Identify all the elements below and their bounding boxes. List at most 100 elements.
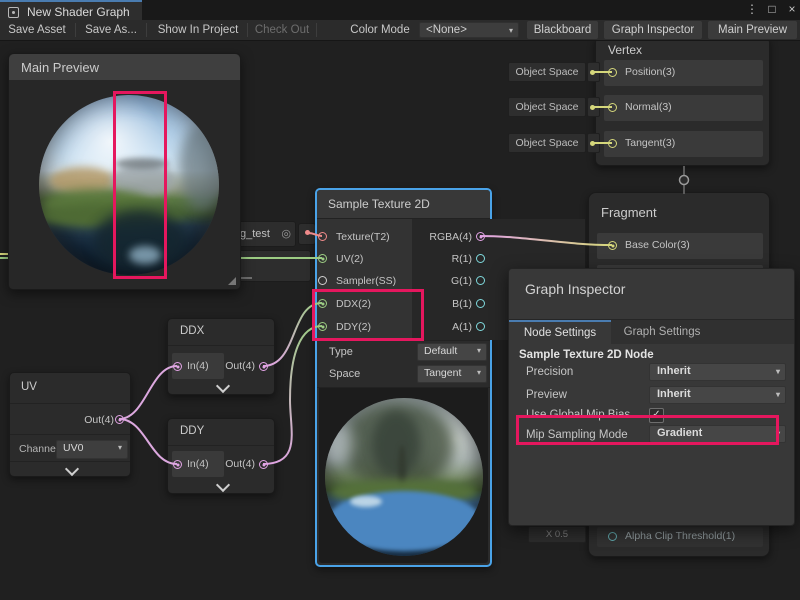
space-value: Tangent xyxy=(424,367,461,379)
object-space-dot-icon xyxy=(590,70,595,75)
chevron-down-icon[interactable] xyxy=(216,478,230,492)
g-output-port[interactable] xyxy=(476,276,485,285)
vertex-fragment-connector-knob[interactable] xyxy=(680,176,689,185)
save-as-button[interactable]: Save As... xyxy=(79,20,143,40)
graph-inspector-panel[interactable]: Graph Inspector Node Settings Graph Sett… xyxy=(508,268,795,526)
resize-grip[interactable] xyxy=(228,277,236,285)
uv-node-title: UV xyxy=(21,381,37,393)
precision-value: Inherit xyxy=(657,365,691,377)
ddy-node[interactable]: DDY In(4) Out(4) xyxy=(167,418,275,494)
close-icon[interactable]: × xyxy=(784,1,800,18)
chevron-down-icon[interactable] xyxy=(65,462,79,476)
type-dropdown[interactable]: Default ▾ xyxy=(417,343,487,361)
main-preview-toggle-button[interactable]: Main Preview xyxy=(708,21,797,39)
rgba-output-port[interactable] xyxy=(476,232,485,241)
ddx-node[interactable]: DDX In(4) Out(4) xyxy=(167,318,275,395)
dropdown-arrow-icon: ▾ xyxy=(509,23,513,39)
main-preview-title: Main Preview xyxy=(21,60,99,75)
type-value: Default xyxy=(424,345,457,357)
vertex-node-title: Vertex xyxy=(608,43,642,57)
sampler-input-label: Sampler(SS) xyxy=(336,275,396,287)
ddx-out-label: Out(4) xyxy=(216,360,255,372)
divider xyxy=(75,23,76,37)
tree-reflection-right xyxy=(179,124,219,210)
graph-inspector-toggle-button[interactable]: Graph Inspector xyxy=(604,21,702,39)
document-tab-title: New Shader Graph xyxy=(27,5,130,19)
inspector-tab-row: Node Settings Graph Settings xyxy=(509,319,794,344)
object-space-chip-tangent[interactable]: Object Space xyxy=(508,133,600,153)
tree-canopy-reflection xyxy=(372,411,419,477)
color-mode-value: <None> xyxy=(426,24,467,36)
space-dropdown[interactable]: Tangent ▾ xyxy=(417,365,487,383)
object-space-chip-label: Object Space xyxy=(508,62,586,82)
object-picker-icon[interactable]: ◎ xyxy=(281,227,291,240)
vertex-normal-label: Normal(3) xyxy=(625,101,672,113)
object-space-chip-normal[interactable]: Object Space xyxy=(508,97,600,117)
ddx-out-port[interactable] xyxy=(259,362,268,371)
object-space-chip-position[interactable]: Object Space xyxy=(508,62,600,82)
alpha-clip-value-chip[interactable]: X 0.5 xyxy=(528,526,586,543)
preview-label: Preview xyxy=(526,389,567,401)
ddy-in-port[interactable] xyxy=(173,460,182,469)
type-label: Type xyxy=(329,346,353,358)
alpha-clip-label: Alpha Clip Threshold(1) xyxy=(625,530,735,542)
color-mode-label: Color Mode xyxy=(347,20,413,40)
highlight-mip-sampling-mode xyxy=(516,415,779,445)
sample-node-preview-area xyxy=(319,388,488,563)
save-asset-button[interactable]: Save Asset xyxy=(2,20,72,40)
object-space-dot-icon xyxy=(590,141,595,146)
texture-input-port[interactable] xyxy=(318,232,327,241)
maximize-icon[interactable]: □ xyxy=(764,1,780,18)
shader-graph-editor: Vertex Position(3) Normal(3) Tangent(3) … xyxy=(0,0,800,600)
divider xyxy=(10,461,130,462)
ddy-out-port[interactable] xyxy=(259,460,268,469)
color-mode-dropdown[interactable]: <None> ▾ xyxy=(419,22,519,38)
inspector-section-title: Sample Texture 2D Node xyxy=(519,349,654,361)
precision-label: Precision xyxy=(526,366,573,378)
sample-node-preview-sphere[interactable] xyxy=(325,398,483,556)
precision-dropdown[interactable]: Inherit ▾ xyxy=(649,363,786,381)
sample-texture-2d-node[interactable]: Sample Texture 2D Texture(T2) UV(2) Samp… xyxy=(315,188,492,567)
position-port[interactable] xyxy=(608,68,617,77)
a-output-port[interactable] xyxy=(476,322,485,331)
vertex-node[interactable]: Vertex Position(3) Normal(3) Tangent(3) xyxy=(595,36,770,166)
texture-asset-field[interactable]: g_test ◎ xyxy=(233,221,296,247)
chevron-down-icon[interactable] xyxy=(216,379,230,393)
uv-node[interactable]: UV Out(4) Channe UV0 ▾ xyxy=(9,372,131,477)
alpha-clip-threshold-port[interactable] xyxy=(608,532,617,541)
tangent-port[interactable] xyxy=(608,139,617,148)
divider xyxy=(168,445,274,446)
sampler-input-port[interactable] xyxy=(318,276,327,285)
texture-input-label: Texture(T2) xyxy=(336,231,390,243)
dropdown-arrow-icon: ▾ xyxy=(118,441,122,455)
uv-channel-dropdown[interactable]: UV0 ▾ xyxy=(56,440,128,459)
divider xyxy=(10,434,130,435)
object-space-chip-label: Object Space xyxy=(508,133,586,153)
divider xyxy=(168,345,274,346)
preview-dropdown[interactable]: Inherit ▾ xyxy=(649,386,786,404)
blackboard-toggle-button[interactable]: Blackboard xyxy=(527,21,598,39)
uv-input-port[interactable] xyxy=(318,254,327,263)
tab-node-settings[interactable]: Node Settings xyxy=(509,320,611,346)
object-space-dot-icon xyxy=(590,105,595,110)
texture-property-drawer[interactable] xyxy=(233,250,311,282)
ddx-in-port[interactable] xyxy=(173,362,182,371)
toolbar: Save Asset Save As... Show In Project Ch… xyxy=(0,20,800,41)
space-label: Space xyxy=(329,368,360,380)
check-out-button[interactable]: Check Out xyxy=(251,20,313,40)
divider xyxy=(10,403,130,404)
document-tab[interactable]: New Shader Graph xyxy=(0,0,142,20)
main-preview-header[interactable]: Main Preview xyxy=(9,54,240,80)
g-output-label: G(1) xyxy=(412,275,472,287)
show-in-project-button[interactable]: Show In Project xyxy=(151,20,245,40)
tab-graph-settings[interactable]: Graph Settings xyxy=(611,320,713,344)
menu-icon[interactable]: ⋮ xyxy=(744,1,760,18)
preview-value: Inherit xyxy=(657,388,691,400)
b-output-port[interactable] xyxy=(476,299,485,308)
texture-asset-port[interactable] xyxy=(305,230,310,235)
base-color-port[interactable] xyxy=(608,241,617,250)
r-output-port[interactable] xyxy=(476,254,485,263)
normal-port[interactable] xyxy=(608,103,617,112)
fragment-node-title: Fragment xyxy=(601,205,657,220)
uv-out-port[interactable] xyxy=(115,415,124,424)
